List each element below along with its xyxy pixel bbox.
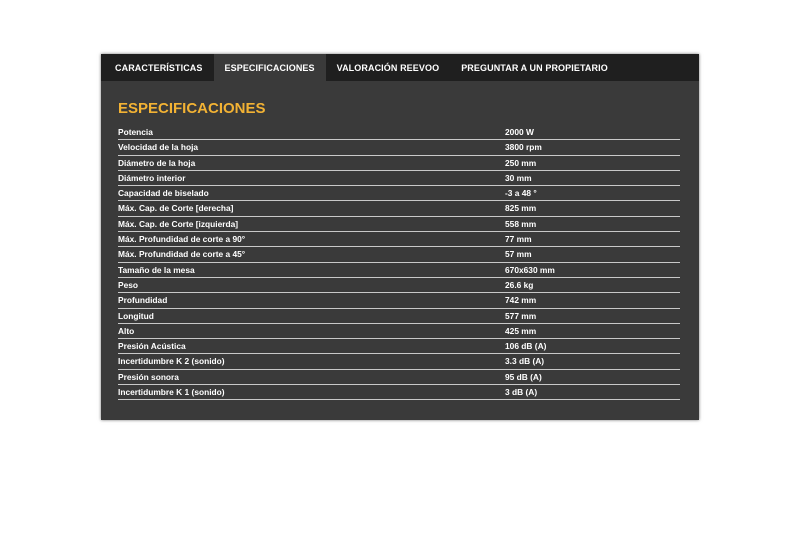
specs-table: Potencia 2000 W Velocidad de la hoja 3800 … — [118, 125, 680, 401]
product-info-panel: CARACTERÍSTICAS ESPECIFICACIONES VALORAC… — [101, 54, 699, 420]
spec-label: Incertidumbre K 1 (sonido) — [118, 387, 225, 398]
spec-value: 558 mm — [505, 218, 537, 229]
section-title: ESPECIFICACIONES — [118, 100, 266, 117]
spec-value: 670x630 mm — [505, 264, 555, 275]
spec-label: Longitud — [118, 310, 154, 321]
spec-row: Profundidad 742 mm — [118, 293, 680, 309]
spec-value: 3800 rpm — [505, 142, 542, 153]
spec-row: Incertidumbre K 1 (sonido) 3 dB (A) — [118, 385, 680, 401]
spec-value: 57 mm — [505, 249, 532, 260]
spec-value: 577 mm — [505, 310, 537, 321]
spec-row: Diámetro interior 30 mm — [118, 171, 680, 187]
spec-value: 30 mm — [505, 172, 532, 183]
spec-value: 742 mm — [505, 295, 537, 306]
tab-preguntar-propietario[interactable]: PREGUNTAR A UN PROPIETARIO — [450, 54, 619, 81]
spec-label: Capacidad de biselado — [118, 188, 209, 199]
spec-value: 3.3 dB (A) — [505, 356, 545, 367]
spec-label: Máx. Cap. de Corte [derecha] — [118, 203, 234, 214]
spec-row: Máx. Profundidad de corte a 90° 77 mm — [118, 232, 680, 248]
spec-row: Peso 26.6 kg — [118, 278, 680, 294]
spec-label: Potencia — [118, 127, 153, 137]
spec-row: Máx. Cap. de Corte [izquierda] 558 mm — [118, 217, 680, 233]
spec-value: 825 mm — [505, 203, 537, 214]
spec-value: 2000 W — [505, 127, 534, 137]
spec-row: Incertidumbre K 2 (sonido) 3.3 dB (A) — [118, 354, 680, 370]
spec-row: Presión sonora 95 dB (A) — [118, 370, 680, 386]
spec-row: Velocidad de la hoja 3800 rpm — [118, 140, 680, 156]
spec-label: Profundidad — [118, 295, 168, 306]
spec-label: Diámetro de la hoja — [118, 157, 196, 168]
spec-row: Longitud 577 mm — [118, 309, 680, 324]
spec-label: Alto — [118, 325, 135, 336]
spec-value: 26.6 kg — [505, 279, 534, 290]
spec-value: -3 a 48 ° — [505, 188, 537, 199]
tab-especificaciones[interactable]: ESPECIFICACIONES — [213, 54, 326, 81]
spec-row: Alto 425 mm — [118, 324, 680, 340]
spec-value: 250 mm — [505, 157, 537, 168]
spec-label: Velocidad de la hoja — [118, 142, 199, 153]
spec-value: 425 mm — [505, 325, 537, 336]
spec-label: Presión Acústica — [118, 341, 186, 352]
spec-label: Máx. Profundidad de corte a 90° — [118, 234, 246, 245]
tab-valoracion-reevoo[interactable]: VALORACIÓN REEVOO — [326, 54, 451, 81]
tab-caracteristicas[interactable]: CARACTERÍSTICAS — [104, 54, 214, 81]
spec-row: Potencia 2000 W — [118, 125, 680, 141]
spec-label: Incertidumbre K 2 (sonido) — [118, 356, 225, 367]
spec-row: Capacidad de biselado -3 a 48 ° — [118, 186, 680, 202]
spec-label: Diámetro interior — [118, 172, 186, 183]
spec-value: 95 dB (A) — [505, 371, 542, 382]
spec-label: Máx. Profundidad de corte a 45° — [118, 249, 246, 260]
spec-label: Tamaño de la mesa — [118, 264, 195, 275]
spec-label: Máx. Cap. de Corte [izquierda] — [118, 218, 239, 229]
spec-value: 77 mm — [505, 234, 532, 245]
spec-value: 106 dB (A) — [505, 341, 547, 352]
spec-label: Presión sonora — [118, 371, 179, 382]
spec-row: Diámetro de la hoja 250 mm — [118, 156, 680, 171]
spec-row: Tamaño de la mesa 670x630 mm — [118, 263, 680, 278]
spec-row: Presión Acústica 106 dB (A) — [118, 339, 680, 355]
spec-value: 3 dB (A) — [505, 387, 538, 398]
spec-row: Máx. Profundidad de corte a 45° 57 mm — [118, 247, 680, 263]
tab-bar: CARACTERÍSTICAS ESPECIFICACIONES VALORAC… — [101, 54, 699, 81]
spec-label: Peso — [118, 279, 139, 290]
spec-row: Máx. Cap. de Corte [derecha] 825 mm — [118, 201, 680, 217]
